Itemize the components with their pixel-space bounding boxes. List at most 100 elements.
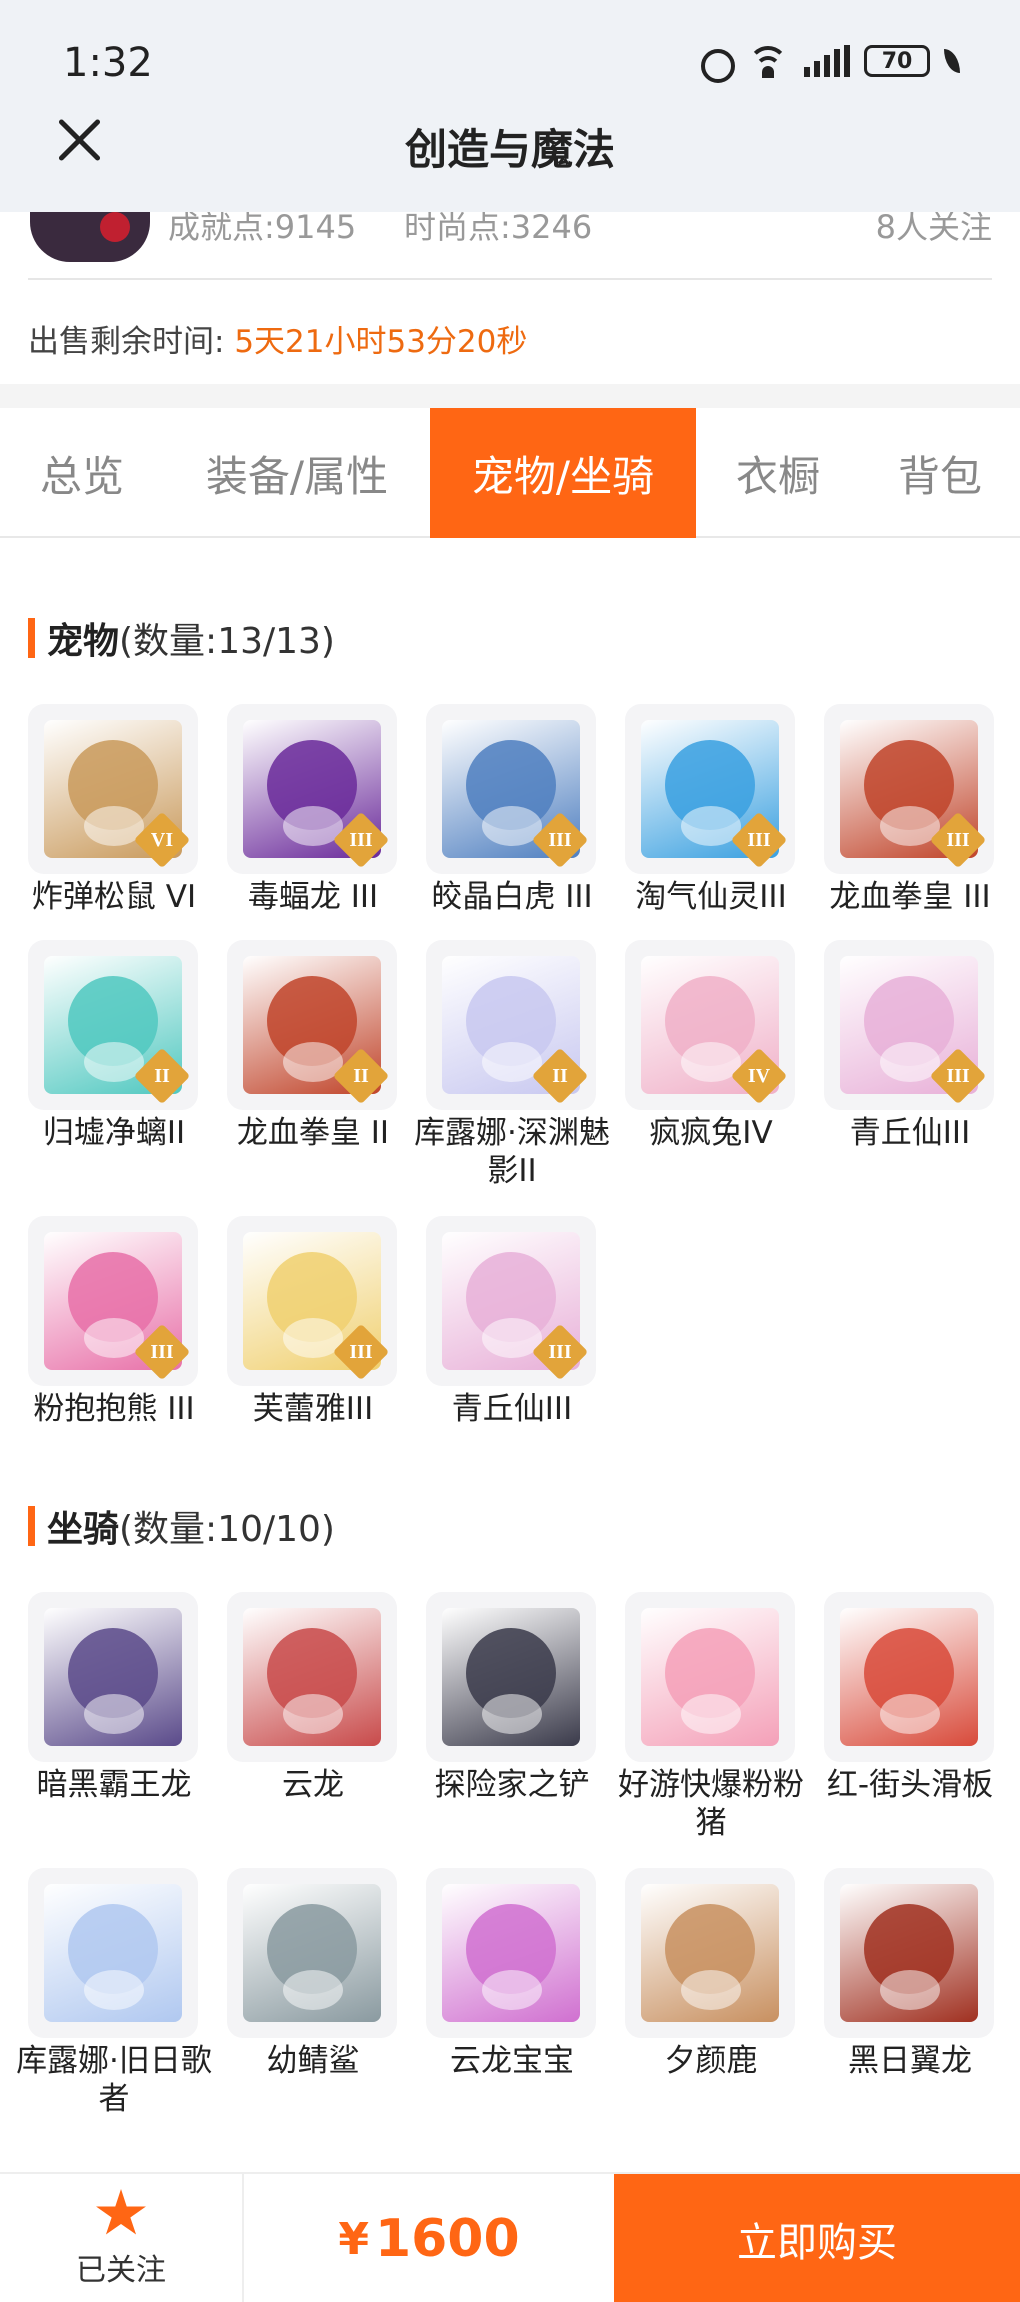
grid-item[interactable]: 暗黑霸王龙 [28,1592,200,1804]
grid-item[interactable]: IV 疯疯兔IV [625,940,797,1152]
grid-item[interactable]: III 淘气仙灵III [625,704,797,916]
tier-label: II [154,1065,170,1087]
grid-item[interactable]: III 毒蝠龙 III [227,704,399,916]
item-image [227,1868,397,2038]
pets-title: 宠物 [47,621,120,662]
grid-item[interactable]: 库露娜·旧日歌者 [16,1868,212,2118]
tier-label: III [946,1065,970,1087]
section-separator [0,384,1020,408]
mounts-title: 坐骑 [47,1509,120,1550]
grid-item[interactable]: III 青丘仙III [426,1216,598,1428]
item-image: II [227,940,397,1110]
sale-remaining-time: 出售剩余时间: 5天21小时53分20秒 [28,316,527,361]
item-name: 归墟净螭II [42,1115,186,1151]
grid-item[interactable]: III 青丘仙III [824,940,996,1152]
grid-item[interactable]: II 龙血拳皇 II [227,940,399,1152]
wifi-icon [746,44,790,78]
tier-badge: VI [133,811,191,869]
buy-now-button[interactable]: 立即购买 [614,2174,1020,2302]
pets-section-title: 宠物 (数量:13/13) [28,612,335,664]
grid-item[interactable]: 探险家之铲 [426,1592,598,1804]
grid-item[interactable]: 幼鲭鲨 [227,1868,399,2080]
item-image [625,1592,795,1762]
item-name: 暗黑霸王龙 [36,1767,192,1803]
item-name: 黑日翼龙 [848,2043,972,2079]
item-art [243,1884,381,2022]
grid-item[interactable]: II 归墟净螭II [28,940,200,1152]
tier-label: II [353,1065,369,1087]
tier-badge: III [531,1323,589,1381]
item-art [44,1608,182,1746]
item-art [442,1608,580,1746]
item-name: 龙血拳皇 III [829,879,991,915]
tier-label: III [548,829,572,851]
tier-badge: III [332,811,390,869]
status-icons: 70 [698,44,960,83]
divider [28,278,992,280]
item-name: 疯疯兔IV [649,1115,773,1151]
item-image: III [824,940,994,1110]
pets-count: (数量:13/13) [119,621,335,662]
grid-item[interactable]: 云龙宝宝 [426,1868,598,2080]
signal-icon [804,45,850,77]
item-name: 青丘仙III [849,1115,971,1151]
item-name: 幼鲭鲨 [266,2043,360,2079]
item-name: 粉抱抱熊 III [33,1391,195,1427]
item-image: II [28,940,198,1110]
item-name: 龙血拳皇 II [236,1115,390,1151]
item-image [625,1868,795,2038]
item-name: 探险家之铲 [434,1767,590,1803]
tier-label: III [150,1341,174,1363]
tier-label: III [349,1341,373,1363]
item-image: III [227,1216,397,1386]
tier-badge: III [929,1047,987,1105]
bottom-bar: 已关注 ¥ 1600 立即购买 [0,2172,1020,2302]
item-image: III [426,704,596,874]
item-image [824,1868,994,2038]
top-bar: 1:32 70 创造与魔法 [0,0,1020,212]
tab-backpack[interactable]: 背包 [860,408,1020,538]
item-art [840,1884,978,2022]
item-image: VI [28,704,198,874]
grid-item[interactable]: III 皎晶白虎 III [426,704,598,916]
sale-time-value: 5天21小时53分20秒 [234,324,528,360]
grid-item[interactable]: II 库露娜·深渊魅影II [414,940,610,1190]
grid-item[interactable]: III 芙蕾雅III [227,1216,399,1428]
item-art [442,1884,580,2022]
tier-badge: IV [730,1047,788,1105]
item-art [44,1884,182,2022]
mounts-section-title: 坐骑 (数量:10/10) [28,1500,335,1552]
grid-item[interactable]: 云龙 [227,1592,399,1804]
tier-badge: III [531,811,589,869]
item-image: III [227,704,397,874]
achievement-points: 成就点:9145 [168,212,357,246]
avatar[interactable] [30,212,150,262]
grid-item[interactable]: 夕颜鹿 [625,1868,797,2080]
tab-pets-mounts[interactable]: 宠物/坐骑 [430,408,696,538]
grid-item[interactable]: VI 炸弹松鼠 VI [28,704,200,916]
follow-button[interactable]: 已关注 [0,2174,244,2302]
sale-time-label: 出售剩余时间: [28,324,225,360]
item-name: 夕颜鹿 [664,2043,758,2079]
tier-badge: II [133,1047,191,1105]
grid-item[interactable]: 好游快爆粉粉猪 [618,1592,804,1842]
grid-item[interactable]: 黑日翼龙 [824,1868,996,2080]
time-points: 时尚点:3246 [404,212,593,246]
grid-item[interactable]: III 粉抱抱熊 III [28,1216,200,1428]
tab-overview[interactable]: 总览 [0,408,164,538]
item-name: 库露娜·深渊魅影II [414,1115,610,1189]
item-art [641,1884,779,2022]
item-image: III [426,1216,596,1386]
item-name: 炸弹松鼠 VI [31,879,197,915]
tier-badge: III [730,811,788,869]
item-name: 毒蝠龙 III [247,879,379,915]
tab-wardrobe[interactable]: 衣橱 [696,408,860,538]
grid-item[interactable]: III 龙血拳皇 III [824,704,996,916]
seller-info: 成就点:9145 时尚点:3246 8人关注 [0,212,1020,282]
item-image [824,1592,994,1762]
grid-item[interactable]: 红-街头滑板 [824,1592,996,1804]
mounts-count: (数量:10/10) [119,1509,335,1550]
tier-badge: II [531,1047,589,1105]
tab-equipment[interactable]: 装备/属性 [164,408,430,538]
page-title: 创造与魔法 [404,125,615,174]
